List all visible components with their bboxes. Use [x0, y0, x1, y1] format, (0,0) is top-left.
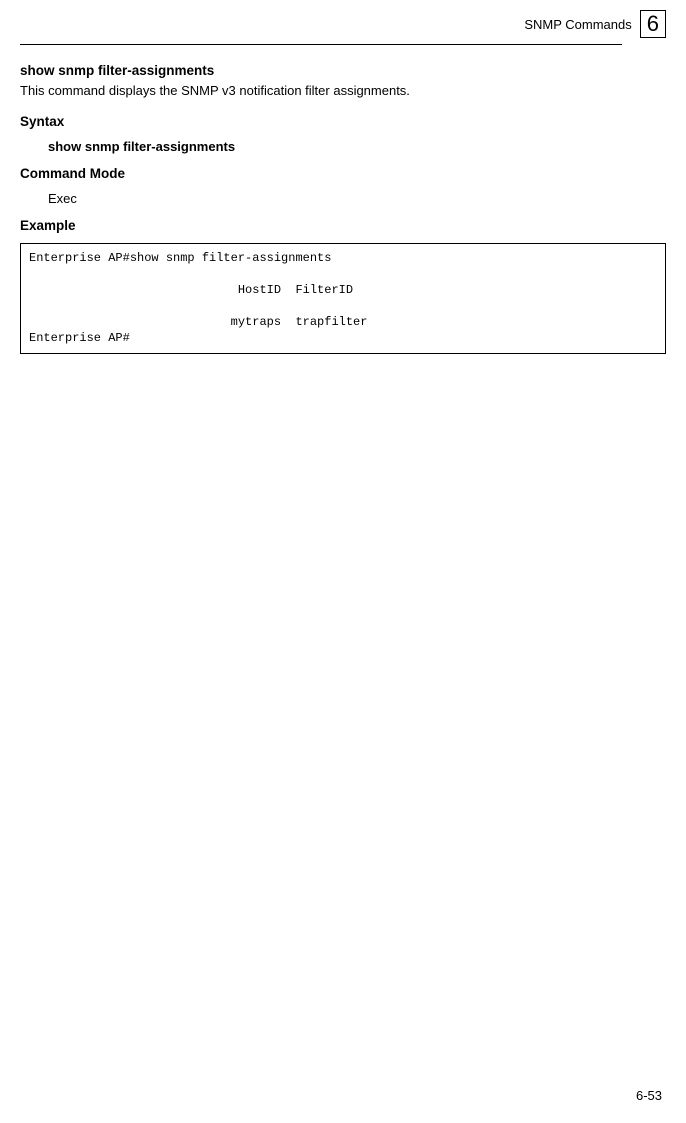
page-content: show snmp filter-assignments This comman…: [0, 45, 686, 354]
page-header: SNMP Commands 6: [0, 0, 686, 44]
syntax-value: show snmp filter-assignments: [48, 139, 666, 154]
command-mode-heading: Command Mode: [20, 166, 666, 181]
chapter-number-box: 6: [640, 10, 666, 38]
syntax-heading: Syntax: [20, 114, 666, 129]
page-number: 6-53: [636, 1088, 662, 1103]
command-description: This command displays the SNMP v3 notifi…: [20, 82, 666, 100]
command-mode-value: Exec: [48, 191, 666, 206]
example-heading: Example: [20, 218, 666, 233]
header-section-title: SNMP Commands: [524, 17, 631, 32]
command-title: show snmp filter-assignments: [20, 63, 666, 78]
example-code-block: Enterprise AP#show snmp filter-assignmen…: [20, 243, 666, 354]
